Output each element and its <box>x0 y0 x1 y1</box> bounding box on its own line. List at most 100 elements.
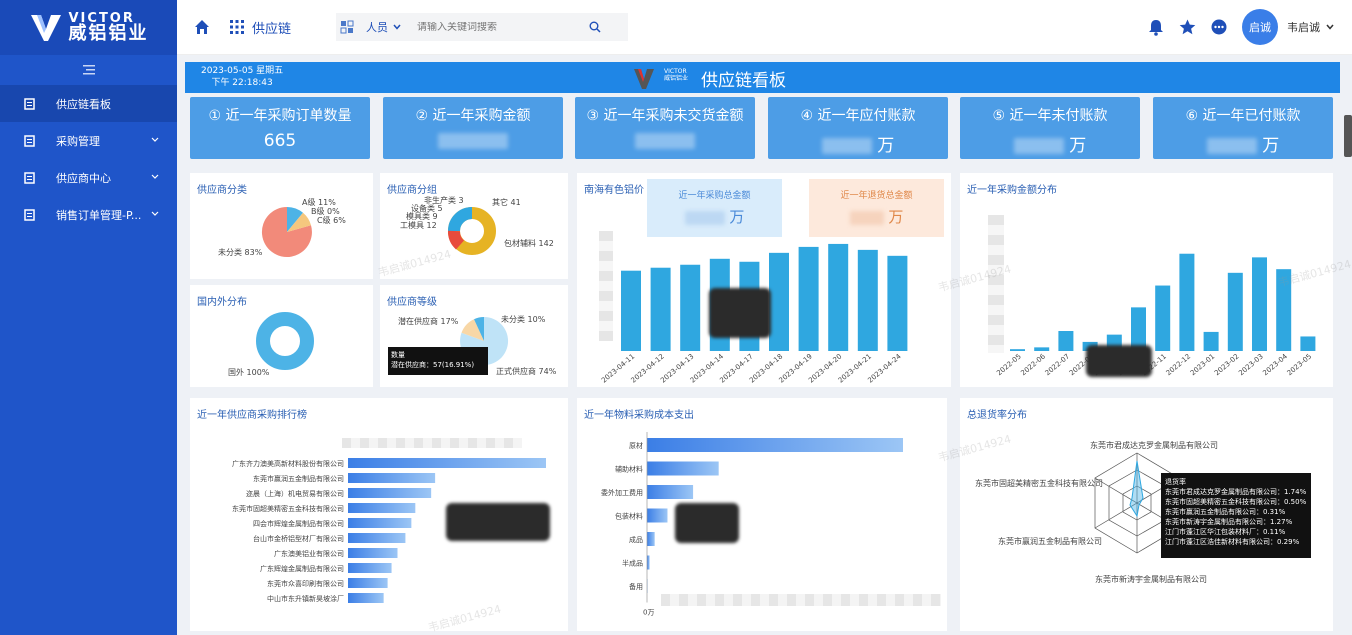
bar-2023-04-21[interactable] <box>857 249 878 351</box>
y-tick-label: 中山市东升镇新昊坡涂厂 <box>267 594 344 603</box>
sidebar-item-sales-order[interactable]: 销售订单管理-P... <box>0 196 177 233</box>
y-tick-label: 原材 <box>629 441 643 450</box>
bar-supplier[interactable] <box>348 533 406 543</box>
username: 韦启诚 <box>1287 21 1320 34</box>
kpi-card-paid[interactable]: ⑥ 近一年已付账款 万 <box>1153 97 1333 159</box>
tooltip-text: 潜在供应商：57(16.91%) <box>391 361 475 369</box>
apps-grid-icon[interactable] <box>230 20 244 34</box>
bar-2023-04-24[interactable] <box>887 255 908 351</box>
bar-material[interactable] <box>647 438 903 452</box>
avatar-text: 启诚 <box>1249 21 1271 34</box>
search-type-icon[interactable] <box>340 20 354 34</box>
radar-label: 东莞市固超美精密五金科技有限公司 <box>975 478 1103 488</box>
bar-material[interactable] <box>647 532 655 546</box>
redacted-tooltip <box>709 288 771 338</box>
side-panel-handle[interactable] <box>1344 115 1352 157</box>
bar-2022-06[interactable] <box>1034 347 1050 351</box>
topbar-actions: 启诚 韦启诚 <box>1148 9 1334 45</box>
y-tick-label: 东莞市固超美精密五金科技有限公司 <box>232 504 344 513</box>
collapse-menu-button[interactable] <box>0 55 177 85</box>
chevron-down-icon <box>393 24 401 30</box>
logo-cn: 威铝铝业 <box>68 23 149 44</box>
bar-2022-11[interactable] <box>1155 285 1171 351</box>
return-rate-tooltip: 退货率 东莞市君成达克罗金属制品有限公司：1.74% 东莞市固超美精密五金科技有… <box>1161 473 1311 558</box>
kpi-title: ③ 近一年采购未交货金额 <box>586 108 744 124</box>
donut-slice-tools <box>448 230 465 250</box>
more-icon[interactable] <box>1211 19 1227 35</box>
bar-supplier[interactable] <box>348 548 398 558</box>
star-icon[interactable] <box>1179 19 1196 35</box>
bar-2023-02[interactable] <box>1227 272 1243 351</box>
sidebar-item-dashboard[interactable]: 供应链看板 <box>0 85 177 122</box>
bar-supplier[interactable] <box>348 578 388 588</box>
bell-icon[interactable] <box>1148 19 1164 36</box>
search-category-select[interactable]: 人员 <box>366 19 401 35</box>
kpi-card-order-count[interactable]: ① 近一年采购订单数量 665 <box>190 97 370 159</box>
banner-logo-text: VICTOR 威铝铝业 <box>664 68 688 82</box>
banner-logo-cn: 威铝铝业 <box>664 75 689 82</box>
bar-2022-07[interactable] <box>1058 331 1074 351</box>
pie-slices <box>261 206 312 257</box>
sidebar-item-purchase[interactable]: 采购管理 <box>0 122 177 159</box>
bar-2023-04-19[interactable] <box>798 246 819 351</box>
brand-logo[interactable]: VICTOR 威铝铝业 <box>0 0 177 55</box>
bar-2022-12[interactable] <box>1179 253 1195 351</box>
bar-supplier[interactable] <box>348 473 436 483</box>
card-return-rate: 总退货率分布 东莞市君成达克罗金属制品有限公司 东莞市固超美精密五金科技有限公司… <box>960 398 1333 631</box>
bar-2023-05[interactable] <box>1300 336 1316 351</box>
kpi-value: 万 <box>1069 136 1087 156</box>
search-icon[interactable] <box>589 21 601 33</box>
document-icon <box>24 134 35 147</box>
tooltip-line: 东莞市君成达克罗金属制品有限公司：1.74% <box>1165 488 1307 496</box>
sidebar-item-supplier[interactable]: 供应商中心 <box>0 159 177 196</box>
bar-2023-01[interactable] <box>1203 331 1219 351</box>
x-tick-label: 0万 <box>643 609 654 617</box>
bar-supplier[interactable] <box>348 458 546 468</box>
sidebar-item-label: 供应商中心 <box>56 171 111 185</box>
pie-label: A级 11% <box>302 197 336 207</box>
kpi-card-purchase-amount[interactable]: ② 近一年采购金额 <box>383 97 563 159</box>
card-material-cost: 近一年物料采购成本支出 原材 辅助材料 委外加工费用 包装材料 成品 半成品 备用 0万 <box>577 398 947 631</box>
bar-2022-05[interactable] <box>1010 349 1025 351</box>
bar-material[interactable] <box>647 508 668 523</box>
chevron-down-icon <box>151 137 159 142</box>
bar-supplier[interactable] <box>348 593 384 603</box>
home-icon[interactable] <box>194 19 210 35</box>
banner-title: 供应链看板 <box>701 71 786 91</box>
y-tick-label: 半成品 <box>622 559 643 568</box>
y-tick-label: 成品 <box>629 535 643 544</box>
menu-fold-icon <box>82 65 95 75</box>
card-domestic-distribution: 国内外分布 国外 100% <box>190 285 373 387</box>
bar-supplier[interactable] <box>348 488 432 498</box>
y-tick-label: 广东齐力澳美高新材料股份有限公司 <box>232 459 344 468</box>
bar-2023-04-18[interactable] <box>769 252 789 351</box>
tooltip-title: 数量 <box>391 351 405 359</box>
y-tick-label: 东莞市众喜印刷有限公司 <box>267 579 344 588</box>
bar-supplier[interactable] <box>348 503 416 513</box>
bar-supplier[interactable] <box>348 563 392 573</box>
supplier-category-pie: A级 11% B级 0% C级 6% 未分类 83% <box>218 197 346 257</box>
bar-material[interactable] <box>647 555 650 570</box>
bar-2023-04-13[interactable] <box>680 264 701 351</box>
user-menu[interactable]: 韦启诚 <box>1287 19 1334 35</box>
bar-2023-04-11[interactable] <box>621 270 641 351</box>
y-tick-label: 广东澳美铝业有限公司 <box>274 549 344 558</box>
radar-label: 东莞市君成达克罗金属制品有限公司 <box>1090 440 1218 450</box>
bar-material[interactable] <box>647 485 694 499</box>
bar-material[interactable] <box>647 461 719 476</box>
kpi-card-unpaid[interactable]: ⑤ 近一年未付账款 万 <box>960 97 1140 159</box>
bar-supplier[interactable] <box>348 518 412 528</box>
bar-2023-04-12[interactable] <box>650 267 671 351</box>
avatar[interactable]: 启诚 <box>1242 9 1278 45</box>
kpi-card-undelivered[interactable]: ③ 近一年采购未交货金额 <box>575 97 755 159</box>
banner-datetime: 2023-05-05 星期五 下午 22:18:43 <box>201 65 283 89</box>
search-input[interactable] <box>417 21 578 33</box>
bar-2023-03[interactable] <box>1252 257 1267 351</box>
tooltip-title: 退货率 <box>1165 478 1186 486</box>
kpi-card-payable[interactable]: ④ 近一年应付账款 万 <box>768 97 948 159</box>
tooltip-line: 江门市蓬江区浩佳新材料有限公司：0.29% <box>1165 538 1300 546</box>
bar-2023-04-20[interactable] <box>828 243 849 351</box>
chevron-down-icon <box>1326 24 1334 30</box>
nanhai-bar-chart: 2023-04-112023-04-122023-04-132023-04-14… <box>600 243 908 385</box>
app-title[interactable]: 供应链 <box>252 18 291 37</box>
